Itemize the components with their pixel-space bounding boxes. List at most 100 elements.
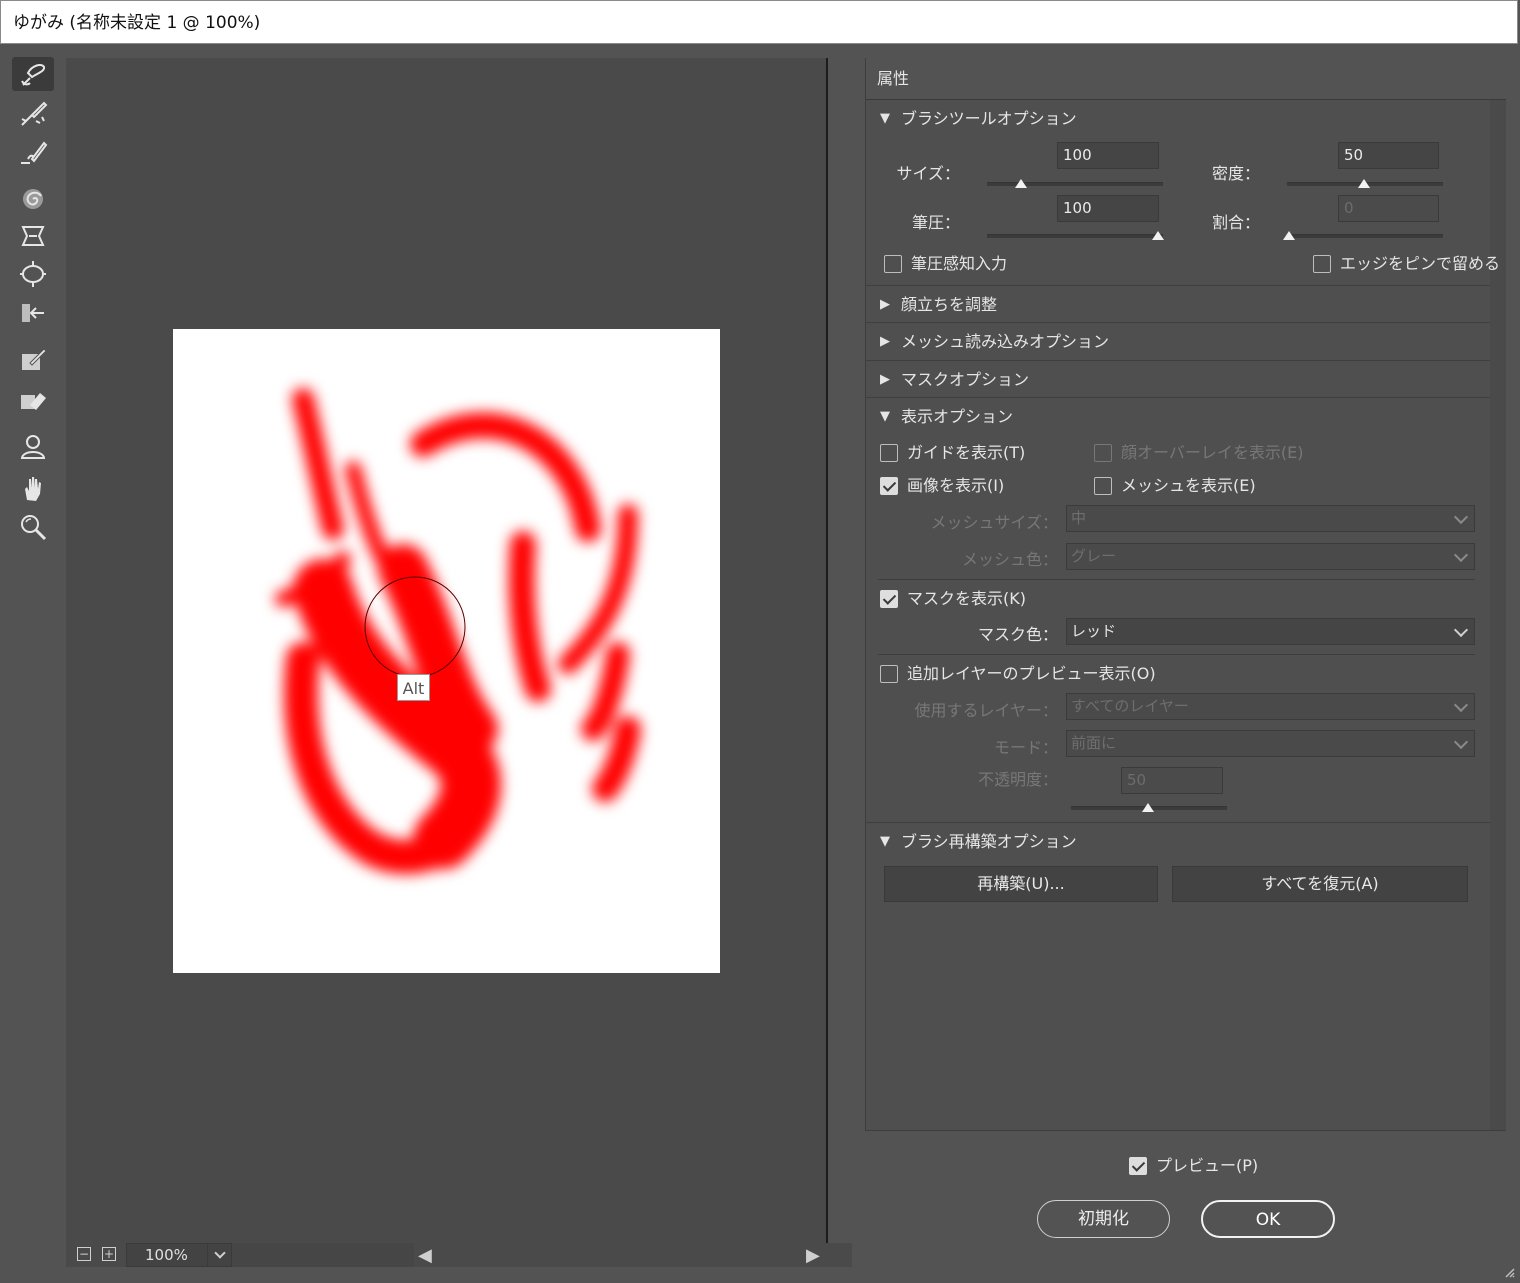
show-face-overlay-label: 顔オーバーレイを表示(E)	[1121, 443, 1304, 462]
bloat-icon	[20, 261, 46, 287]
show-image-label: 画像を表示(I)	[907, 476, 1005, 495]
forward-warp-icon	[21, 64, 46, 86]
size-slider-thumb[interactable]	[1015, 179, 1027, 188]
modifier-tooltip: Alt	[397, 674, 430, 701]
scroll-right-icon[interactable]: ▶	[806, 1245, 820, 1266]
thaw-mask-icon	[21, 393, 46, 410]
face-tool[interactable]	[12, 429, 54, 463]
preview-checkbox[interactable]	[1129, 1157, 1147, 1175]
show-mesh-checkbox[interactable]	[1094, 477, 1112, 495]
mesh-color-select[interactable]: グレー	[1066, 543, 1475, 570]
section-header-label: ブラシ再構築オプション	[901, 832, 1077, 851]
size-input[interactable]: 100	[1057, 142, 1159, 169]
density-slider-thumb[interactable]	[1358, 179, 1370, 188]
stylus-pressure-label: 筆圧感知入力	[911, 254, 1008, 273]
opacity-slider-thumb[interactable]	[1142, 803, 1154, 812]
mask-color-value: レッド	[1071, 622, 1117, 640]
pin-edges-label: エッジをピンで留める	[1340, 254, 1501, 273]
zoom-out-button[interactable]: −	[77, 1247, 91, 1261]
section-load-mesh[interactable]: ▶ メッシュ読み込みオプション	[866, 322, 1490, 359]
smooth-brush-icon	[21, 141, 48, 164]
use-layer-label: 使用するレイヤー：	[914, 701, 1058, 720]
section-view-options[interactable]: ▼ 表示オプション	[866, 397, 1490, 434]
triangle-down-icon: ▼	[880, 409, 890, 424]
twirl-tool[interactable]	[12, 182, 54, 216]
mesh-color-value: グレー	[1071, 547, 1117, 565]
section-brush-reconstruct[interactable]: ▼ ブラシ再構築オプション	[866, 822, 1490, 859]
hand-icon	[25, 477, 41, 501]
rate-slider-thumb[interactable]	[1283, 231, 1295, 240]
triangle-right-icon: ▶	[880, 372, 890, 387]
freeze-mask-icon	[22, 348, 47, 370]
reconstruct-tool[interactable]	[12, 97, 54, 131]
pressure-label: 筆圧：	[911, 213, 960, 232]
pressure-input[interactable]: 100	[1057, 195, 1159, 222]
push-left-tool[interactable]	[12, 296, 54, 330]
forward-warp-tool[interactable]	[12, 57, 54, 91]
show-image-checkbox[interactable]	[880, 477, 898, 495]
reconstruct-brush-icon	[21, 101, 48, 126]
rate-input[interactable]: 0	[1338, 195, 1439, 222]
triangle-right-icon: ▶	[880, 334, 890, 349]
show-face-overlay-checkbox[interactable]	[1094, 444, 1112, 462]
section-header-label: メッシュ読み込みオプション	[901, 332, 1110, 351]
show-mask-checkbox[interactable]	[880, 590, 898, 608]
opacity-input[interactable]: 50	[1121, 767, 1223, 794]
freeze-mask-tool[interactable]	[12, 343, 54, 377]
smooth-tool[interactable]	[12, 135, 54, 169]
ok-button[interactable]: OK	[1201, 1200, 1335, 1238]
mask-color-select[interactable]: レッド	[1066, 618, 1475, 645]
scroll-left-icon[interactable]: ◀	[418, 1245, 432, 1266]
pressure-slider-thumb[interactable]	[1152, 231, 1164, 240]
section-mask-options[interactable]: ▶ マスクオプション	[866, 360, 1490, 397]
chevron-down-icon	[214, 1247, 226, 1259]
restore-all-button[interactable]: すべてを復元(A)	[1172, 866, 1468, 902]
opacity-label: 不透明度：	[977, 770, 1058, 789]
triangle-right-icon: ▶	[880, 297, 890, 312]
mesh-size-label: メッシュサイズ：	[930, 513, 1058, 532]
section-face-aware[interactable]: ▶ 顔立ちを調整	[866, 285, 1490, 322]
show-guides-checkbox[interactable]	[880, 444, 898, 462]
show-backdrop-checkbox[interactable]	[880, 665, 898, 683]
zoom-in-button[interactable]: +	[102, 1247, 116, 1261]
thaw-mask-tool[interactable]	[12, 383, 54, 417]
bloat-tool[interactable]	[12, 257, 54, 291]
horizontal-scrollbar[interactable]	[232, 1243, 414, 1267]
pin-edges-checkbox[interactable]	[1313, 255, 1331, 273]
divider	[878, 579, 1475, 580]
document-image[interactable]	[173, 329, 720, 973]
chevron-down-icon	[1453, 697, 1469, 713]
chevron-down-icon	[1453, 622, 1469, 638]
divider	[878, 654, 1475, 655]
chevron-down-icon	[1453, 547, 1469, 563]
use-layer-select[interactable]: すべてのレイヤー	[1066, 693, 1475, 720]
size-slider[interactable]	[987, 182, 1163, 186]
rate-slider[interactable]	[1287, 234, 1443, 238]
mesh-size-value: 中	[1071, 509, 1087, 527]
preview-label: プレビュー(P)	[1156, 1156, 1259, 1175]
mesh-size-select[interactable]: 中	[1066, 505, 1475, 532]
mode-select[interactable]: 前面に	[1066, 730, 1475, 757]
use-layer-value: すべてのレイヤー	[1071, 697, 1189, 715]
triangle-down-icon: ▼	[880, 834, 890, 849]
density-input[interactable]: 50	[1338, 142, 1439, 169]
section-header-label: 顔立ちを調整	[901, 295, 998, 314]
chevron-down-icon	[1453, 509, 1469, 525]
rate-label: 割合：	[1211, 213, 1260, 232]
resize-grip-icon[interactable]	[1502, 1264, 1516, 1278]
zoom-level-select[interactable]: 100%	[126, 1243, 232, 1267]
hand-tool[interactable]	[12, 472, 54, 506]
stylus-pressure-checkbox[interactable]	[884, 255, 902, 273]
reset-button[interactable]: 初期化	[1037, 1200, 1170, 1238]
pressure-slider[interactable]	[987, 234, 1163, 238]
triangle-down-icon: ▼	[880, 111, 890, 126]
push-left-icon	[22, 304, 44, 322]
show-mask-label: マスクを表示(K)	[907, 589, 1026, 608]
zoom-dropdown-button[interactable]	[207, 1244, 234, 1266]
section-brush-tool-options[interactable]: ▼ ブラシツールオプション	[866, 100, 1490, 137]
pucker-tool[interactable]	[12, 219, 54, 253]
reconstruct-button[interactable]: 再構築(U)...	[884, 866, 1158, 902]
show-guides-label: ガイドを表示(T)	[907, 443, 1026, 462]
section-header-label: ブラシツールオプション	[901, 109, 1077, 128]
zoom-tool[interactable]	[12, 510, 54, 544]
